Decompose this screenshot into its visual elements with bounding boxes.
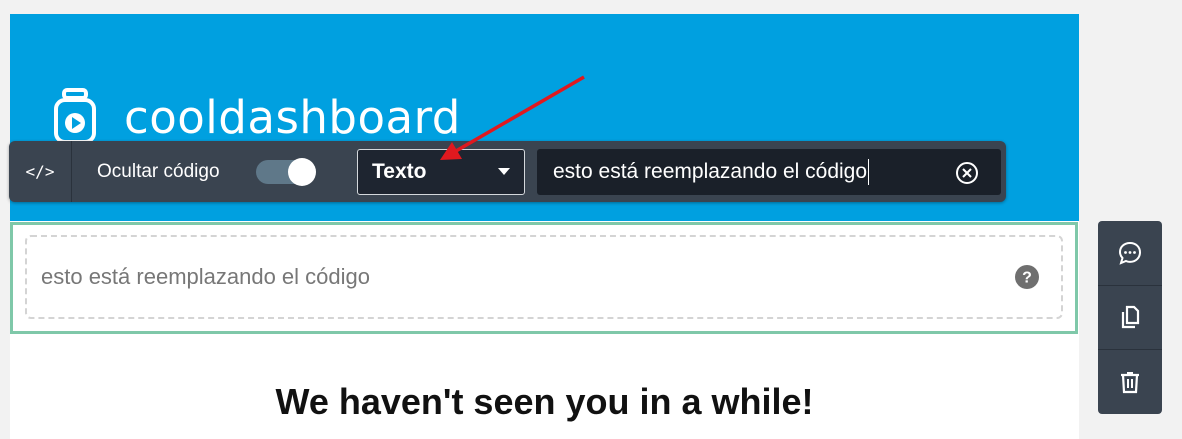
- email-canvas: cooldashboard esto está reemplazando el …: [10, 14, 1079, 439]
- block-actions-panel: [1098, 221, 1162, 414]
- content-type-value: Texto: [372, 160, 427, 183]
- code-toolbar: </> Ocultar código Texto esto está reemp…: [9, 141, 1006, 202]
- delete-button[interactable]: [1098, 350, 1162, 414]
- help-icon[interactable]: ?: [1015, 265, 1039, 289]
- content-type-select[interactable]: Texto: [357, 149, 525, 195]
- hide-code-toggle[interactable]: [256, 158, 316, 186]
- brand-name: cooldashboard: [124, 90, 461, 144]
- page-heading: We haven't seen you in a while!: [275, 381, 814, 422]
- comment-icon: [1118, 241, 1142, 265]
- placeholder-text: esto está reemplazando el código: [41, 264, 370, 289]
- replacement-text-value: esto está reemplazando el código: [553, 160, 868, 183]
- text-cursor: [868, 159, 870, 186]
- clear-icon[interactable]: [955, 161, 979, 185]
- selected-text-block[interactable]: esto está reemplazando el código ?: [10, 222, 1078, 334]
- svg-text:?: ?: [1022, 270, 1032, 287]
- text-placeholder-box[interactable]: esto está reemplazando el código ?: [25, 235, 1063, 319]
- hide-code-label: Ocultar código: [97, 161, 220, 182]
- replacement-text-input[interactable]: esto está reemplazando el código: [537, 149, 1001, 195]
- brand: cooldashboard: [52, 88, 461, 146]
- duplicate-button[interactable]: [1098, 285, 1162, 350]
- comment-button[interactable]: [1098, 221, 1162, 286]
- delete-icon: [1121, 372, 1139, 394]
- toggle-knob: [288, 158, 316, 186]
- camera-app-icon: [54, 88, 96, 144]
- duplicate-icon: [1121, 305, 1140, 329]
- chevron-down-icon: [498, 168, 510, 175]
- code-view-button[interactable]: </>: [9, 141, 72, 202]
